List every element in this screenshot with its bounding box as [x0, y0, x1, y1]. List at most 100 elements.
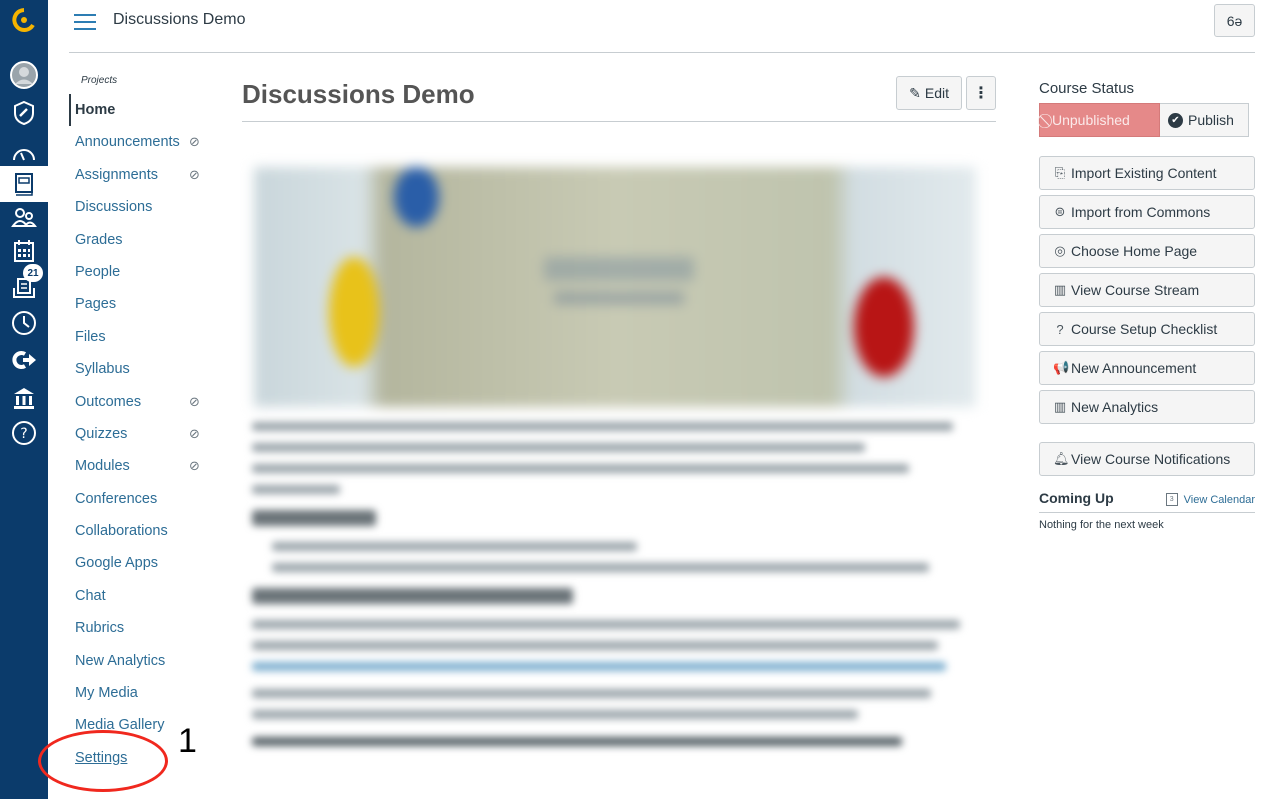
action-label: Import Existing Content [1071, 165, 1217, 181]
admin-nav[interactable] [0, 95, 48, 131]
global-nav: 21 ? [0, 0, 48, 799]
blurred-body-text [252, 422, 982, 758]
book-icon [15, 173, 33, 196]
course-nav-item-chat[interactable]: Chat [69, 580, 219, 612]
course-nav-label: Conferences [75, 490, 158, 507]
shield-icon [14, 100, 34, 126]
main-content: Discussions Demo ✎ Edit ⋮ [242, 72, 996, 746]
course-nav-label: My Media [75, 685, 138, 702]
page-title: Discussions Demo [242, 72, 996, 122]
unpublished-label: Unpublished [1052, 112, 1130, 128]
account-nav[interactable] [0, 57, 48, 93]
edit-button[interactable]: ✎ Edit [896, 76, 962, 110]
history-nav[interactable] [0, 305, 48, 341]
groups-nav[interactable] [0, 199, 48, 235]
check-circle-icon: ✔ [1168, 112, 1183, 128]
new-analytics-button[interactable]: ▥ New Analytics [1039, 390, 1255, 424]
view-calendar-link[interactable]: 3 View Calendar [1165, 493, 1255, 506]
edit-label: Edit [924, 85, 949, 101]
course-nav-label: Assignments [75, 166, 159, 183]
course-nav-item-announcements[interactable]: Announcements ⊘ [69, 126, 219, 158]
course-nav-label: Grades [75, 231, 123, 248]
blurred-logo [544, 257, 694, 281]
unpublished-button[interactable]: ⃠ Unpublished [1039, 103, 1160, 137]
course-nav-label: Files [75, 328, 106, 345]
import-from-commons-button[interactable]: ⊜ Import from Commons [1039, 195, 1255, 229]
action-label: View Course Stream [1071, 282, 1200, 298]
calendar-icon [14, 240, 34, 262]
course-nav-item-quizzes[interactable]: Quizzes ⊘ [69, 418, 219, 450]
course-nav-label: New Analytics [75, 652, 166, 669]
inbox-nav[interactable]: 21 [0, 264, 48, 306]
commons-nav[interactable] [0, 342, 48, 378]
course-nav-item-google-apps[interactable]: Google Apps [69, 547, 219, 579]
blurred-pin [394, 167, 439, 227]
course-nav-item-outcomes[interactable]: Outcomes ⊘ [69, 386, 219, 418]
stats-icon: ▥ [1053, 282, 1067, 297]
commons-arrow-icon [12, 351, 36, 369]
course-nav-label: Home [75, 102, 116, 118]
new-announcement-button[interactable]: 📢 New Announcement [1039, 351, 1255, 385]
people-icon [11, 208, 37, 227]
institution-logo-icon [12, 8, 35, 32]
course-nav-label: Google Apps [75, 555, 159, 572]
action-label: Course Setup Checklist [1071, 321, 1218, 337]
breadcrumb[interactable]: Discussions Demo [113, 11, 245, 29]
institution-logo[interactable] [0, 2, 48, 38]
question-icon: ? [1056, 321, 1064, 337]
immersive-reader-button[interactable]: 6ə [1214, 4, 1255, 37]
course-nav-item-pages[interactable]: Pages [69, 288, 219, 320]
course-nav-item-home[interactable]: Home [69, 94, 219, 127]
course-nav-item-modules[interactable]: Modules ⊘ [69, 450, 219, 482]
course-nav-label: Announcements [75, 134, 180, 151]
course-nav-item-files[interactable]: Files [69, 321, 219, 353]
help-icon: ? [12, 421, 36, 445]
annotation-circle [38, 730, 168, 792]
annotation-number: 1 [178, 722, 197, 760]
action-label: New Analytics [1071, 399, 1159, 415]
course-nav-item-my-media[interactable]: My Media [69, 677, 219, 709]
calendar-nav[interactable] [0, 233, 48, 269]
course-nav-title: Projects [81, 75, 118, 86]
bell-icon: 🔔︎ [1053, 451, 1070, 466]
course-nav-item-discussions[interactable]: Discussions [69, 191, 219, 223]
course-nav-item-new-analytics[interactable]: New Analytics [69, 645, 219, 677]
more-options-button[interactable]: ⋮ [966, 76, 996, 110]
course-setup-checklist-button[interactable]: ? Course Setup Checklist [1039, 312, 1255, 346]
publish-button[interactable]: ✔ Publish [1160, 103, 1249, 137]
course-nav-label: Pages [75, 296, 117, 313]
hidden-eye-icon: ⊘ [189, 458, 200, 474]
course-nav-label: Discussions [75, 199, 153, 216]
institution-nav[interactable] [0, 380, 48, 416]
course-sidebar: Course Status ⃠ Unpublished ✔ Publish ⎘ I… [1039, 80, 1255, 531]
commons-icon: ⊜ [1054, 204, 1066, 219]
glasses-icon: 6ə [1226, 12, 1243, 29]
course-nav-item-people[interactable]: People [69, 256, 219, 288]
action-label: Import from Commons [1071, 204, 1211, 220]
course-menu-toggle[interactable] [74, 12, 96, 30]
hidden-eye-icon: ⊘ [189, 134, 200, 150]
import-icon: ⎘ [1054, 165, 1066, 180]
help-nav[interactable]: ? [0, 415, 48, 451]
hidden-eye-icon: ⊘ [189, 425, 200, 441]
course-nav-item-grades[interactable]: Grades [69, 224, 219, 256]
course-nav-label: Quizzes [75, 425, 128, 442]
clock-icon [12, 311, 36, 335]
hamburger-icon [74, 14, 96, 16]
hidden-eye-icon: ⊘ [189, 166, 200, 182]
view-course-notifications-button[interactable]: 🔔︎ View Course Notifications [1039, 442, 1255, 476]
courses-nav[interactable] [0, 166, 48, 202]
course-nav-item-syllabus[interactable]: Syllabus [69, 353, 219, 385]
import-existing-content-button[interactable]: ⎘ Import Existing Content [1039, 156, 1255, 190]
blurred-pin [854, 277, 914, 377]
course-nav-item-conferences[interactable]: Conferences [69, 483, 219, 515]
notifications-label: View Course Notifications [1071, 451, 1231, 467]
course-nav-item-collaborations[interactable]: Collaborations [69, 515, 219, 547]
svg-text:?: ? [20, 426, 27, 442]
blurred-logo-subtitle [554, 292, 684, 304]
course-nav-item-rubrics[interactable]: Rubrics [69, 612, 219, 644]
view-course-stream-button[interactable]: ▥ View Course Stream [1039, 273, 1255, 307]
publish-status-toggle: ⃠ Unpublished ✔ Publish [1039, 103, 1255, 137]
course-nav-item-assignments[interactable]: Assignments ⊘ [69, 159, 219, 191]
choose-home-page-button[interactable]: ◎ Choose Home Page [1039, 234, 1255, 268]
